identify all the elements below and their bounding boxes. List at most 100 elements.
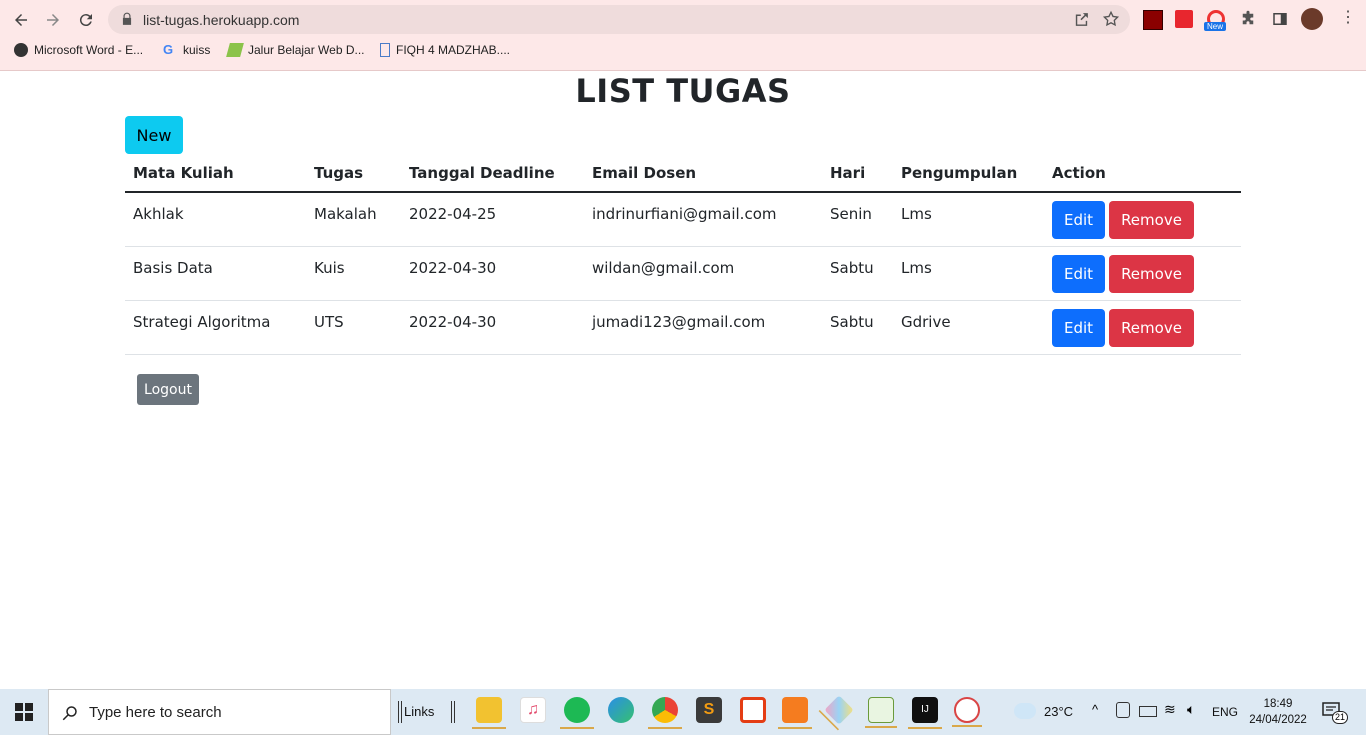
cell-hari: Sabtu xyxy=(822,300,893,355)
cell-deadline: 2022-04-30 xyxy=(401,246,584,301)
page-title: LIST TUGAS xyxy=(575,72,791,110)
chrome-icon[interactable] xyxy=(648,697,682,729)
table-row: Basis Data Kuis 2022-04-30 wildan@gmail.… xyxy=(125,246,1241,301)
cell-pengumpulan: Lms xyxy=(893,246,1044,301)
column-header: Tugas xyxy=(306,155,401,193)
bookmark-item[interactable]: Microsoft Word - E... xyxy=(14,43,143,57)
taskbar-search-input[interactable]: Type here to search xyxy=(48,689,391,735)
clock[interactable]: 18:49 24/04/2022 xyxy=(1246,696,1310,728)
cell-actions: Edit Remove xyxy=(1044,246,1241,301)
sublime-text-icon[interactable]: S xyxy=(696,697,722,723)
remove-button[interactable]: Remove xyxy=(1109,308,1194,347)
bookmark-label: Microsoft Word - E... xyxy=(34,43,144,57)
cell-email: indrinurfiani@gmail.com xyxy=(584,192,822,247)
logout-button[interactable]: Logout xyxy=(137,374,199,405)
share-icon[interactable] xyxy=(1073,11,1090,28)
side-panel-icon[interactable] xyxy=(1271,10,1289,28)
tasks-table: Mata Kuliah Tugas Tanggal Deadline Email… xyxy=(125,155,1241,355)
file-explorer-icon[interactable] xyxy=(472,697,506,729)
snipping-tool-icon[interactable] xyxy=(952,697,982,727)
links-toolbar[interactable]: Links xyxy=(404,704,434,719)
cell-hari: Senin xyxy=(822,192,893,247)
cell-actions: Edit Remove xyxy=(1044,192,1241,247)
cell-email: wildan@gmail.com xyxy=(584,246,822,301)
clock-time: 18:49 xyxy=(1263,698,1293,710)
profile-avatar[interactable] xyxy=(1301,8,1323,30)
dicoding-icon xyxy=(226,43,244,57)
remove-button[interactable]: Remove xyxy=(1109,254,1194,293)
bookmark-label: kuiss xyxy=(183,43,211,57)
cell-mata-kuliah: Basis Data xyxy=(125,246,306,301)
notification-count: 21 xyxy=(1332,711,1349,724)
column-header: Hari xyxy=(822,155,893,193)
bookmark-label: FIQH 4 MADZHAB.... xyxy=(396,43,511,57)
itunes-icon[interactable]: ♫ xyxy=(520,697,546,723)
lock-icon[interactable] xyxy=(120,12,134,26)
spotify-icon[interactable] xyxy=(560,697,594,729)
table-row: Strategi Algoritma UTS 2022-04-30 jumadi… xyxy=(125,300,1241,355)
search-placeholder: Type here to search xyxy=(89,704,222,721)
cell-deadline: 2022-04-30 xyxy=(401,300,584,355)
windows-start-icon[interactable] xyxy=(0,689,48,735)
cell-mata-kuliah: Akhlak xyxy=(125,192,306,247)
search-icon xyxy=(62,706,77,721)
url-text[interactable]: list-tugas.herokuapp.com xyxy=(143,12,299,28)
bookmark-label: Jalur Belajar Web D... xyxy=(248,43,365,57)
column-header: Mata Kuliah xyxy=(125,155,306,193)
table-header-row: Mata Kuliah Tugas Tanggal Deadline Email… xyxy=(125,155,1241,193)
extensions-puzzle-icon[interactable] xyxy=(1239,10,1257,28)
bookmark-item[interactable]: FIQH 4 MADZHAB.... xyxy=(380,43,510,57)
bookmark-item[interactable]: G kuiss xyxy=(163,42,211,58)
battery-icon[interactable] xyxy=(1139,706,1157,717)
cell-mata-kuliah: Strategi Algoritma xyxy=(125,300,306,355)
edit-button[interactable]: Edit xyxy=(1052,201,1106,239)
wifi-icon[interactable]: ≋ xyxy=(1164,701,1176,718)
extension-mega-icon[interactable] xyxy=(1175,10,1193,28)
chart-app-icon[interactable] xyxy=(865,697,897,728)
extension-red-icon[interactable] xyxy=(1143,10,1163,30)
office-icon[interactable] xyxy=(740,697,766,723)
clock-date: 24/04/2022 xyxy=(1249,714,1307,726)
address-bar[interactable]: list-tugas.herokuapp.com xyxy=(108,5,1130,34)
language-indicator[interactable]: ENG xyxy=(1212,705,1238,719)
bookmark-item[interactable]: Jalur Belajar Web D... xyxy=(226,43,365,57)
column-header: Action xyxy=(1044,155,1241,193)
new-badge: New xyxy=(1204,22,1227,31)
cell-pengumpulan: Gdrive xyxy=(893,300,1044,355)
bookmark-star-icon[interactable] xyxy=(1102,10,1120,28)
new-button[interactable]: New xyxy=(125,116,183,154)
cell-email: jumadi123@gmail.com xyxy=(584,300,822,355)
document-icon xyxy=(380,43,390,57)
toolbar-divider xyxy=(398,701,402,723)
remove-button[interactable]: Remove xyxy=(1109,201,1194,239)
meet-icon[interactable] xyxy=(1116,702,1130,718)
google-icon: G xyxy=(163,42,174,57)
column-header: Pengumpulan xyxy=(893,155,1044,193)
cell-tugas: UTS xyxy=(306,300,401,355)
cell-tugas: Makalah xyxy=(306,192,401,247)
app-diamond-icon[interactable] xyxy=(824,695,854,725)
reload-icon[interactable] xyxy=(73,7,99,33)
volume-icon[interactable]: 🔈︎ xyxy=(1187,701,1195,718)
cell-hari: Sabtu xyxy=(822,246,893,301)
cell-tugas: Kuis xyxy=(306,246,401,301)
edit-button[interactable]: Edit xyxy=(1052,308,1106,347)
weather-widget[interactable]: 23°C xyxy=(1014,703,1073,719)
bookmarks-bar: Microsoft Word - E... G kuiss Jalur Bela… xyxy=(0,40,1366,62)
intellij-icon[interactable]: IJ xyxy=(908,697,942,729)
forward-icon[interactable] xyxy=(40,7,66,33)
menu-dots-icon[interactable]: ⋮ xyxy=(1340,10,1356,28)
chevron-up-icon[interactable]: ^ xyxy=(1092,702,1098,717)
column-header: Tanggal Deadline xyxy=(401,155,584,193)
xampp-icon[interactable] xyxy=(778,697,812,729)
back-icon[interactable] xyxy=(8,7,34,33)
edge-icon[interactable] xyxy=(608,697,634,723)
windows-taskbar: Type here to search Links ♫ S IJ 23°C ^ … xyxy=(0,689,1366,735)
edit-button[interactable]: Edit xyxy=(1052,254,1106,293)
temperature: 23°C xyxy=(1044,703,1074,719)
cloud-icon xyxy=(1014,703,1036,719)
browser-chrome: list-tugas.herokuapp.com New ⋮ Microsoft… xyxy=(0,0,1366,71)
notification-icon[interactable]: 21 xyxy=(1322,702,1349,724)
toolbar-divider xyxy=(451,701,455,723)
table-row: Akhlak Makalah 2022-04-25 indrinurfiani@… xyxy=(125,192,1241,247)
